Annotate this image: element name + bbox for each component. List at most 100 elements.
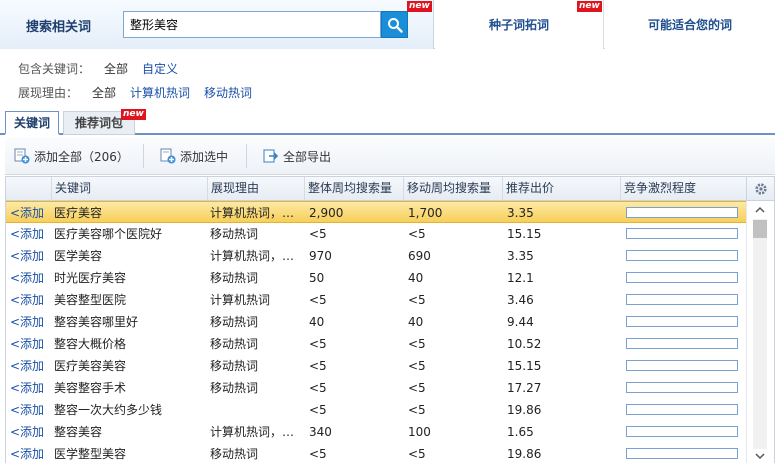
reason-cell: 移动热词: [210, 337, 259, 351]
table-row[interactable]: <添加 整容美容 计算机热词，… 340 100 1.65: [6, 421, 746, 443]
reason-cell: 移动热词: [210, 227, 259, 241]
column-header-competition[interactable]: 竞争激烈程度: [620, 177, 746, 201]
competition-bar: [626, 316, 738, 327]
table-row[interactable]: <添加 医疗美容美容 移动热词 <5 <5 15.15: [6, 355, 746, 377]
reason-cell: 移动热词: [210, 315, 259, 329]
mobile-volume-cell: <5: [408, 227, 426, 241]
overall-volume-cell: 340: [309, 425, 332, 439]
overall-volume-cell: <5: [309, 403, 327, 417]
add-keyword-link[interactable]: <添加: [10, 289, 44, 311]
keyword-cell: 整容大概价格: [54, 337, 127, 351]
overall-volume-cell: <5: [309, 227, 327, 241]
column-header-mobile-volume[interactable]: 移动周均搜索量: [403, 177, 502, 201]
export-icon: [263, 149, 279, 163]
table-row[interactable]: <添加 时光医疗美容 移动热词 50 40 12.1: [6, 267, 746, 289]
competition-bar: [626, 272, 738, 283]
add-all-icon: [14, 148, 30, 164]
table-row[interactable]: <添加 美容整型医院 计算机热词 <5 <5 3.46: [6, 289, 746, 311]
add-selected-icon: [160, 148, 176, 164]
table-row[interactable]: <添加 整容大概价格 移动热词 <5 <5 10.52: [6, 333, 746, 355]
keyword-cell: 美容整型医院: [54, 293, 127, 307]
bid-cell: 9.44: [507, 315, 534, 329]
competition-bar: [626, 250, 738, 261]
add-keyword-link[interactable]: <添加: [10, 311, 44, 333]
competition-bar: [626, 426, 738, 437]
add-all-label: 添加全部（206）: [34, 149, 129, 164]
gear-icon: [754, 182, 767, 195]
add-keyword-link[interactable]: <添加: [10, 245, 44, 267]
table-row[interactable]: <添加 医学整型美容 移动热词 <5 <5 19.86: [6, 443, 746, 463]
reason-cell: 移动热词: [210, 359, 259, 373]
table-header: 关键词 展现理由 整体周均搜索量 移动周均搜索量 推荐出价 竞争激烈程度: [6, 177, 746, 201]
table-row[interactable]: <添加 美容整容手术 移动热词 <5 <5 17.27: [6, 377, 746, 399]
keyword-cell: 整容美容: [54, 425, 103, 439]
scroll-up-icon[interactable]: [755, 205, 765, 215]
add-keyword-link[interactable]: <添加: [10, 267, 44, 289]
add-selected-button[interactable]: 添加选中: [160, 147, 228, 165]
tab-seed-expand-label: 种子词拓词: [488, 18, 549, 32]
top-bar: 搜索相关词 new 种子词拓词 new 可能适合您的词: [0, 0, 775, 49]
mobile-volume-cell: 1,700: [408, 206, 443, 220]
scroll-down-icon[interactable]: [755, 451, 765, 461]
column-header-reason[interactable]: 展现理由: [207, 177, 304, 201]
reason-filter-all[interactable]: 全部: [92, 84, 116, 100]
keyword-cell: 美容整容手术: [54, 381, 127, 395]
keyword-cell: 医学整型美容: [54, 447, 127, 461]
toolbar: 添加全部（206） 添加选中 全部导出: [5, 137, 775, 175]
add-keyword-link[interactable]: <添加: [10, 333, 44, 355]
column-header-keyword[interactable]: 关键词: [51, 177, 207, 201]
include-filter-all[interactable]: 全部: [104, 60, 128, 76]
bid-cell: 10.52: [507, 337, 542, 351]
reason-cell: 移动热词: [210, 381, 259, 395]
competition-bar: [626, 404, 738, 415]
search-label: 搜索相关词: [26, 20, 92, 35]
reason-filter-mobile[interactable]: 移动热词: [204, 84, 252, 100]
include-keyword-filter: 包含关键词： 全部 自定义: [18, 60, 192, 76]
add-keyword-link[interactable]: <添加: [10, 355, 44, 377]
table-row[interactable]: <添加 整容一次大约多少钱 <5 <5 19.86: [6, 399, 746, 421]
add-selected-label: 添加选中: [180, 149, 229, 164]
scrollbar-thumb[interactable]: [753, 220, 767, 238]
keyword-cell: 整容美容哪里好: [54, 315, 139, 329]
search-button[interactable]: [381, 11, 408, 38]
mobile-volume-cell: <5: [408, 337, 426, 351]
reason-cell: 计算机热词: [210, 293, 271, 307]
mobile-volume-cell: <5: [408, 293, 426, 307]
add-keyword-link[interactable]: <添加: [10, 443, 44, 463]
bid-cell: 12.1: [507, 271, 534, 285]
include-filter-custom[interactable]: 自定义: [142, 60, 178, 76]
tab-suggested-words[interactable]: 可能适合您的词: [605, 0, 775, 49]
export-all-button[interactable]: 全部导出: [263, 147, 331, 165]
competition-bar: [626, 360, 738, 371]
mobile-volume-cell: 690: [408, 249, 431, 263]
tab-keywords[interactable]: 关键词: [5, 111, 59, 135]
table-row[interactable]: <添加 医疗美容哪个医院好 移动热词 <5 <5 15.15: [6, 223, 746, 245]
add-keyword-link[interactable]: <添加: [10, 399, 44, 421]
column-header-bid[interactable]: 推荐出价: [502, 177, 620, 201]
add-all-button[interactable]: 添加全部（206）: [14, 147, 129, 165]
column-header-action: [6, 177, 51, 201]
add-keyword-link[interactable]: <添加: [10, 377, 44, 399]
search-panel: 搜索相关词 new: [0, 0, 434, 49]
add-keyword-link[interactable]: <添加: [10, 202, 44, 224]
table-row[interactable]: <添加 医学美容 计算机热词，… 970 690 3.35: [6, 245, 746, 267]
mobile-volume-cell: <5: [408, 447, 426, 461]
add-keyword-link[interactable]: <添加: [10, 223, 44, 245]
column-settings-button[interactable]: [746, 177, 774, 201]
bid-cell: 17.27: [507, 381, 542, 395]
overall-volume-cell: <5: [309, 337, 327, 351]
table-row[interactable]: <添加 整容美容哪里好 移动热词 40 40 9.44: [6, 311, 746, 333]
table-row[interactable]: <添加 医疗美容 计算机热词，… 2,900 1,700 3.35: [6, 201, 746, 223]
overall-volume-cell: 40: [309, 315, 325, 329]
toolbar-divider: [143, 144, 144, 168]
add-keyword-link[interactable]: <添加: [10, 421, 44, 443]
competition-bar: [626, 448, 738, 459]
bid-cell: 19.86: [507, 403, 542, 417]
vertical-scrollbar[interactable]: [746, 201, 774, 463]
reason-filter-pc[interactable]: 计算机热词: [130, 84, 190, 100]
search-input[interactable]: [123, 11, 381, 38]
scrollbar-track[interactable]: [753, 219, 767, 449]
tab-seed-expand[interactable]: 种子词拓词 new: [435, 0, 604, 49]
column-header-overall-volume[interactable]: 整体周均搜索量: [304, 177, 403, 201]
bid-cell: 3.35: [507, 206, 534, 220]
